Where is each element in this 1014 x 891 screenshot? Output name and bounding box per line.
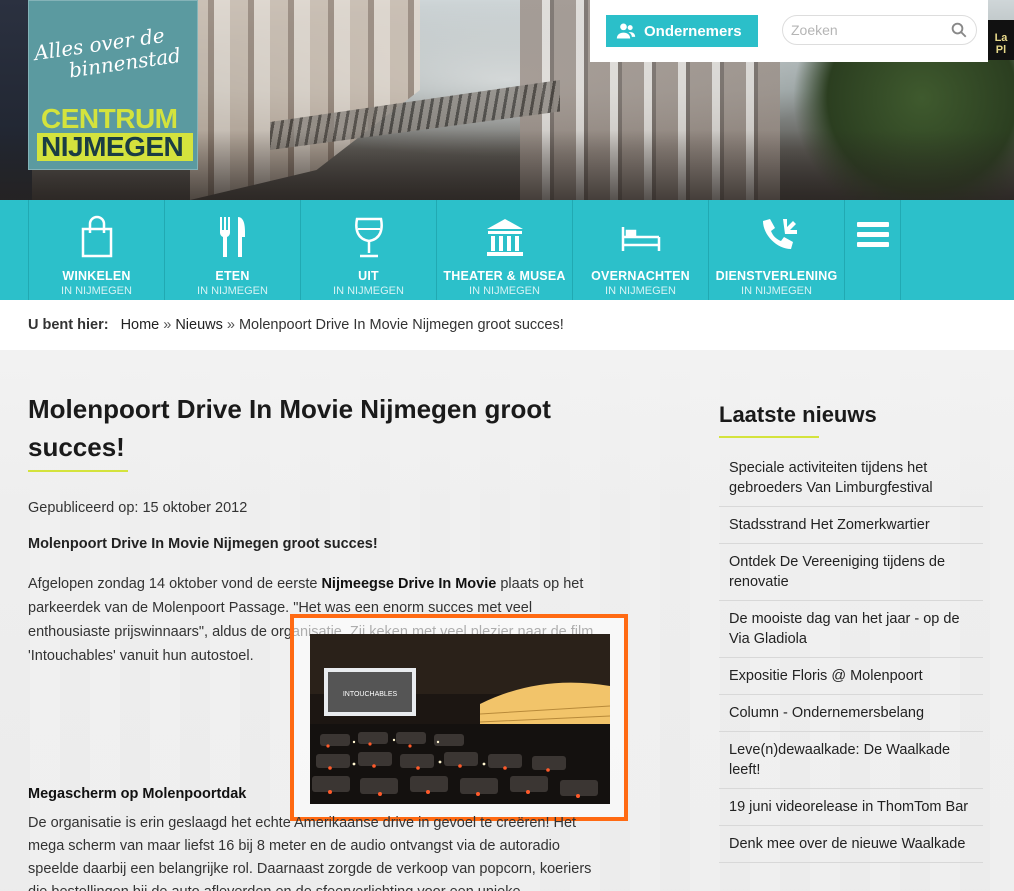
sidebar-title-underline: [719, 436, 819, 438]
news-item[interactable]: Column - Ondernemersbelang: [719, 695, 983, 732]
ondernemers-button[interactable]: Ondernemers: [606, 15, 758, 47]
news-item[interactable]: Leve(n)dewaalkade: De Waalkade leeft!: [719, 732, 983, 789]
fork-knife-icon: [219, 217, 245, 257]
search-icon[interactable]: [950, 21, 968, 39]
utility-bar: Ondernemers: [590, 0, 988, 62]
news-item[interactable]: Stadsstrand Het Zomerkwartier: [719, 507, 983, 544]
nav-item-overnachten[interactable]: OVERNACHTEN IN NIJMEGEN: [573, 200, 709, 300]
news-item[interactable]: Speciale activiteiten tijdens het gebroe…: [719, 450, 983, 507]
drive-in-photo[interactable]: INTOUCHABLES: [310, 634, 610, 804]
nav-menu-toggle[interactable]: [845, 200, 901, 300]
title-underline: [28, 470, 128, 472]
screen-text: INTOUCHABLES: [343, 691, 398, 698]
article-lead: Molenpoort Drive In Movie Nijmegen groot…: [28, 536, 378, 552]
sidebar-title: Laatste nieuws: [719, 402, 877, 427]
phone-tools-icon: [762, 219, 797, 249]
news-item[interactable]: Expositie Floris @ Molenpoort: [719, 658, 983, 695]
shopping-bag-icon: [81, 215, 112, 258]
logo-name: CENTRUM NIJMEGEN: [37, 105, 193, 161]
nav-item-dienstverlening[interactable]: DIENSTVERLENING IN NIJMEGEN: [709, 200, 845, 300]
article-subheading: Megascherm op Molenpoortdak: [28, 786, 247, 802]
main-nav: WINKELEN IN NIJMEGEN ETEN IN NIJMEGEN UI…: [0, 200, 1014, 300]
hamburger-menu-icon: [856, 222, 889, 247]
search-box: [782, 15, 977, 45]
nav-item-uit[interactable]: UIT IN NIJMEGEN: [301, 200, 437, 300]
news-item[interactable]: 19 juni videorelease in ThomTom Bar: [719, 789, 983, 826]
news-item[interactable]: Denk mee over de nieuwe Waalkade: [719, 826, 983, 863]
logo-tagline: Alles over de binnenstad: [32, 23, 183, 83]
news-list: Speciale activiteiten tijdens het gebroe…: [719, 450, 983, 863]
news-item[interactable]: De mooiste dag van het jaar - op de Via …: [719, 601, 983, 658]
shop-sign: La Pl: [988, 20, 1014, 60]
publish-date: Gepubliceerd op: 15 oktober 2012: [28, 500, 248, 516]
nav-item-theater-musea[interactable]: THEATER & MUSEA IN NIJMEGEN: [437, 200, 573, 300]
site-logo[interactable]: Alles over de binnenstad CENTRUM NIJMEGE…: [28, 0, 198, 170]
breadcrumb-current: Molenpoort Drive In Movie Nijmegen groot…: [238, 317, 564, 333]
breadcrumb: U bent hier: Home » Nieuws » Molenpoort …: [0, 300, 1014, 350]
users-icon: [616, 23, 636, 39]
news-item[interactable]: Ontdek De Vereeniging tijdens de renovat…: [719, 544, 983, 601]
breadcrumb-home-link[interactable]: Home: [121, 317, 160, 333]
nav-item-winkelen[interactable]: WINKELEN IN NIJMEGEN: [29, 200, 165, 300]
latest-news-sidebar: Laatste nieuws Speciale activiteiten tij…: [719, 402, 983, 863]
bed-icon: [621, 227, 660, 251]
search-input[interactable]: [791, 22, 941, 38]
article-title: Molenpoort Drive In Movie Nijmegen groot…: [28, 394, 551, 462]
glass-icon: [354, 217, 383, 258]
article-photo-highlight: INTOUCHABLES: [290, 614, 628, 821]
nav-item-eten[interactable]: ETEN IN NIJMEGEN: [165, 200, 301, 300]
breadcrumb-nieuws-link[interactable]: Nieuws: [175, 317, 223, 333]
museum-icon: [486, 219, 523, 256]
article-paragraph-2: De organisatie is erin geslaagd het echt…: [28, 815, 592, 891]
